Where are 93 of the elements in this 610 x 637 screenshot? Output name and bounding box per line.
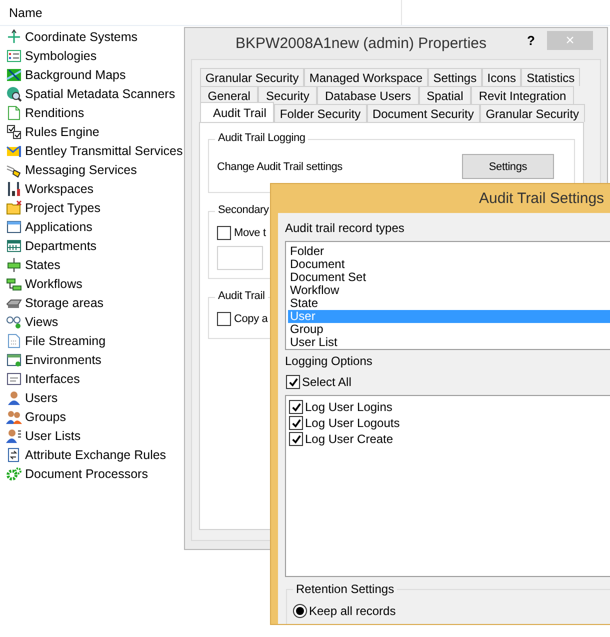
window-icon [6, 352, 22, 368]
node-icon [6, 256, 22, 272]
tree-item[interactable]: Spatial Metadata Scanners [25, 86, 176, 100]
group-title: Retention Settings [293, 582, 398, 596]
tab[interactable]: Granular Security [200, 68, 304, 86]
tree-item[interactable]: Departments [25, 238, 97, 252]
section-label: Audit trail record types [285, 221, 406, 235]
description-text: Change Audit Trail settings [217, 160, 342, 172]
checkbox[interactable] [286, 375, 300, 389]
checkbox[interactable] [289, 400, 303, 414]
tree-item[interactable]: Users [25, 390, 58, 404]
tree-item[interactable]: Storage areas [25, 296, 104, 310]
map-icon [6, 66, 22, 82]
checkbox[interactable] [289, 416, 303, 430]
list-item[interactable]: State [288, 297, 610, 310]
tree-item[interactable]: Symbologies [25, 48, 97, 62]
list-item[interactable]: Document [288, 258, 610, 271]
tree-item[interactable]: User Lists [25, 428, 81, 442]
tree-item[interactable]: Messaging Services [25, 162, 137, 176]
people-icon [6, 408, 22, 424]
tab[interactable]: Folder Security [274, 104, 367, 122]
list-item[interactable]: Group [288, 323, 610, 336]
column-header[interactable]: Name [0, 0, 402, 25]
tree-item[interactable]: States [25, 258, 60, 272]
globe-icon [6, 86, 22, 102]
document-icon [6, 446, 22, 462]
tree-item[interactable]: Workflows [25, 276, 82, 290]
checkbox-label[interactable]: Log User Logouts [305, 416, 400, 430]
checkbox[interactable] [217, 312, 231, 326]
list-item[interactable]: Workflow [288, 284, 610, 297]
checkbox-label[interactable]: Copy a [234, 313, 268, 325]
tab[interactable]: Statistics [521, 68, 580, 86]
tree-item[interactable]: Interfaces [25, 372, 80, 386]
folder-icon [6, 200, 22, 216]
tree-item[interactable]: Coordinate Systems [25, 30, 138, 44]
tab[interactable]: Icons [482, 68, 522, 86]
tab[interactable]: Security [258, 86, 318, 104]
list-icon [6, 48, 22, 64]
section-label: Logging Options [285, 354, 374, 368]
tree-item[interactable]: Environments [25, 352, 102, 366]
tree-item[interactable]: Renditions [25, 106, 84, 120]
radio-button[interactable] [293, 604, 307, 618]
flow-icon [6, 276, 22, 292]
tab[interactable]: Managed Workspace [304, 68, 428, 86]
tree-item[interactable]: Attribute Exchange Rules [25, 448, 166, 462]
document-icon [6, 332, 22, 348]
checkbox-icon [6, 124, 22, 140]
checkbox[interactable] [217, 226, 231, 240]
document-icon [6, 104, 22, 120]
checkbox-label[interactable]: Log User Create [305, 432, 394, 446]
group-title: Audit Trail [215, 290, 268, 302]
settings-button[interactable]: Settings [462, 154, 554, 179]
tree-item[interactable]: Groups [25, 410, 66, 424]
calendar-icon [6, 238, 22, 254]
tree-item[interactable]: Document Processors [25, 466, 148, 480]
window-icon [6, 218, 22, 234]
checkbox-label[interactable]: Move t [234, 227, 266, 239]
tab[interactable]: Database Users [317, 86, 419, 104]
person-icon [6, 428, 22, 444]
tab[interactable]: Revit Integration [471, 86, 574, 104]
person-icon [6, 390, 22, 406]
tab[interactable]: Granular Security [480, 104, 585, 122]
tree-item[interactable]: Views [25, 314, 58, 328]
list-box[interactable]: Folder Document Document Set Workflow State User Group User List [285, 241, 610, 350]
list-item[interactable]: Folder [288, 245, 610, 258]
checkbox-label[interactable]: Select All [302, 375, 352, 389]
group-title: Audit Trail Logging [215, 132, 308, 144]
radio-label[interactable]: Keep all records [309, 604, 396, 618]
tree-item[interactable]: File Streaming [25, 334, 106, 348]
checkbox-label[interactable]: Log User Logins [305, 400, 392, 414]
tree-item[interactable]: Project Types [25, 200, 101, 214]
input-field[interactable] [217, 246, 263, 270]
tab[interactable]: Settings [428, 68, 482, 86]
list-item[interactable]: Document Set [288, 271, 610, 284]
tree-item[interactable]: Bentley Transmittal Services [25, 144, 183, 158]
tree-item[interactable]: Workspaces [25, 182, 94, 196]
crosshair-icon [6, 28, 22, 44]
checkbox[interactable] [289, 432, 303, 446]
window-icon [6, 370, 22, 386]
tree-item[interactable]: Applications [25, 220, 92, 234]
glasses-icon [6, 314, 22, 330]
tab[interactable]: Spatial [418, 86, 472, 104]
tab[interactable]: Document Security [366, 104, 480, 122]
tree-item[interactable]: Rules Engine [25, 124, 100, 138]
help-button[interactable]: ? [527, 33, 535, 48]
group-title: Secondary [215, 204, 272, 216]
gear-icon [6, 466, 22, 482]
window-title: Audit Trail Settings [478, 190, 604, 207]
list-box[interactable]: Log User Logins Log User Logouts Log User Create [285, 395, 610, 577]
tree-item[interactable]: Background Maps [25, 68, 126, 82]
window-title: BKPW2008A1new (admin) Properties [234, 35, 488, 52]
list-item[interactable]: User List [288, 336, 610, 349]
tab[interactable]: Audit Trail [200, 102, 274, 122]
